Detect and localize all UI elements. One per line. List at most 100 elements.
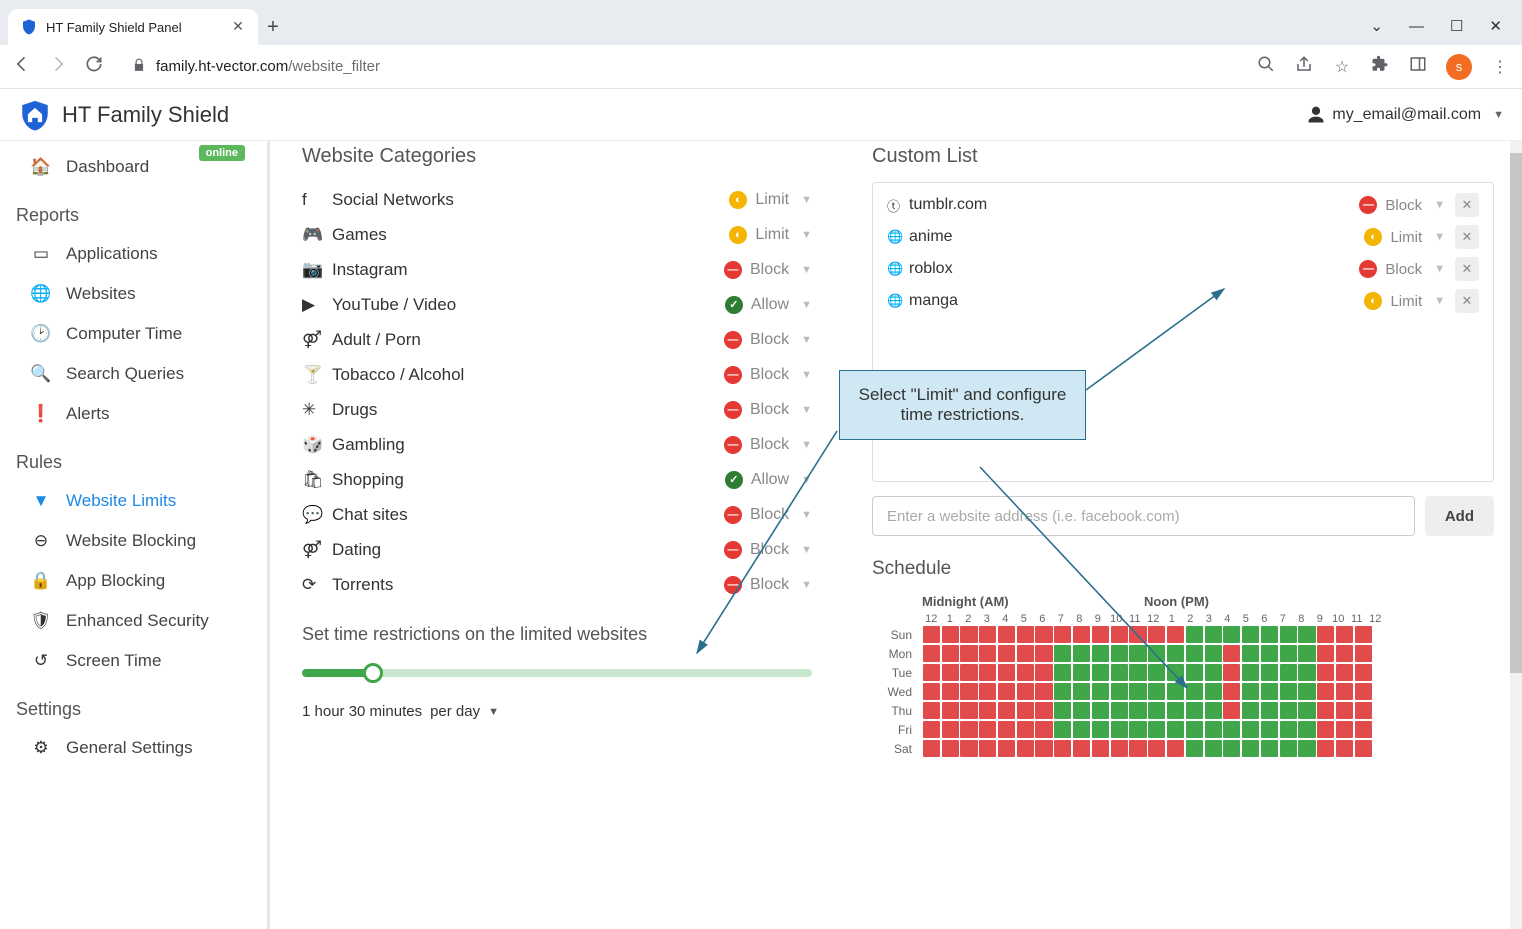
schedule-cell[interactable]	[1167, 721, 1184, 738]
schedule-cell[interactable]	[942, 702, 959, 719]
schedule-cell[interactable]	[1205, 664, 1222, 681]
schedule-cell[interactable]	[1073, 645, 1090, 662]
schedule-cell[interactable]	[942, 645, 959, 662]
schedule-cell[interactable]	[1298, 721, 1315, 738]
schedule-cell[interactable]	[1186, 683, 1203, 700]
schedule-cell[interactable]	[1223, 645, 1240, 662]
schedule-cell[interactable]	[1054, 683, 1071, 700]
schedule-cell[interactable]	[1317, 626, 1334, 643]
schedule-cell[interactable]	[979, 645, 996, 662]
sidebar-item-enhanced-security[interactable]: 🛡Enhanced Security	[0, 601, 267, 641]
browser-tab[interactable]: HT Family Shield Panel ✕	[8, 9, 258, 45]
schedule-cell[interactable]	[1280, 664, 1297, 681]
category-status-dropdown[interactable]: — Block ▼	[724, 541, 812, 559]
schedule-cell[interactable]	[1054, 740, 1071, 757]
schedule-cell[interactable]	[1129, 645, 1146, 662]
schedule-cell[interactable]	[1298, 740, 1315, 757]
schedule-cell[interactable]	[1073, 740, 1090, 757]
sidebar-item-screen-time[interactable]: ↺Screen Time	[0, 641, 267, 681]
tab-close-icon[interactable]: ✕	[230, 19, 246, 35]
schedule-cell[interactable]	[923, 702, 940, 719]
schedule-cell[interactable]	[1261, 645, 1278, 662]
schedule-cell[interactable]	[1336, 626, 1353, 643]
bookmark-star-icon[interactable]: ☆	[1332, 57, 1352, 77]
profile-avatar[interactable]: s	[1446, 54, 1472, 80]
schedule-cell[interactable]	[923, 626, 940, 643]
schedule-grid[interactable]: Midnight (AM) Noon (PM) 1212345678910111…	[872, 594, 1494, 758]
schedule-cell[interactable]	[1111, 721, 1128, 738]
schedule-cell[interactable]	[1167, 683, 1184, 700]
schedule-cell[interactable]	[1298, 683, 1315, 700]
schedule-cell[interactable]	[1129, 721, 1146, 738]
schedule-cell[interactable]	[1280, 645, 1297, 662]
category-status-dropdown[interactable]: ◐ Limit ▼	[729, 191, 812, 209]
schedule-cell[interactable]	[1092, 721, 1109, 738]
schedule-cell[interactable]	[1355, 664, 1372, 681]
schedule-cell[interactable]	[1242, 721, 1259, 738]
schedule-cell[interactable]	[1054, 664, 1071, 681]
schedule-cell[interactable]	[1073, 664, 1090, 681]
schedule-cell[interactable]	[998, 721, 1015, 738]
time-slider[interactable]	[302, 669, 812, 685]
schedule-cell[interactable]	[1073, 702, 1090, 719]
schedule-cell[interactable]	[960, 645, 977, 662]
schedule-cell[interactable]	[1129, 626, 1146, 643]
schedule-cell[interactable]	[1054, 702, 1071, 719]
schedule-cell[interactable]	[1092, 645, 1109, 662]
schedule-cell[interactable]	[1261, 683, 1278, 700]
schedule-cell[interactable]	[923, 683, 940, 700]
schedule-cell[interactable]	[1035, 683, 1052, 700]
schedule-cell[interactable]	[1092, 626, 1109, 643]
schedule-cell[interactable]	[1148, 740, 1165, 757]
schedule-cell[interactable]	[1336, 702, 1353, 719]
schedule-cell[interactable]	[1280, 740, 1297, 757]
schedule-cell[interactable]	[1317, 740, 1334, 757]
schedule-cell[interactable]	[1336, 645, 1353, 662]
kebab-menu-icon[interactable]: ⋮	[1490, 57, 1510, 77]
page-scrollbar[interactable]	[1510, 141, 1522, 929]
chevron-down-icon[interactable]: ⌄	[1370, 17, 1383, 35]
schedule-cell[interactable]	[998, 664, 1015, 681]
schedule-cell[interactable]	[942, 664, 959, 681]
schedule-cell[interactable]	[1186, 626, 1203, 643]
schedule-cell[interactable]	[1167, 702, 1184, 719]
schedule-cell[interactable]	[1017, 721, 1034, 738]
reload-icon[interactable]	[84, 54, 104, 79]
sidebar-item-applications[interactable]: ▭Applications	[0, 234, 267, 274]
custom-status-dropdown[interactable]: — Block ▼	[1359, 260, 1445, 278]
schedule-cell[interactable]	[1092, 740, 1109, 757]
schedule-cell[interactable]	[1017, 740, 1034, 757]
category-status-dropdown[interactable]: — Block ▼	[724, 366, 812, 384]
schedule-cell[interactable]	[1148, 721, 1165, 738]
schedule-cell[interactable]	[1111, 664, 1128, 681]
remove-button[interactable]: ✕	[1455, 257, 1479, 281]
schedule-cell[interactable]	[1092, 664, 1109, 681]
schedule-cell[interactable]	[1280, 721, 1297, 738]
schedule-cell[interactable]	[998, 740, 1015, 757]
schedule-cell[interactable]	[1223, 664, 1240, 681]
schedule-cell[interactable]	[1186, 740, 1203, 757]
window-minimize-icon[interactable]: —	[1409, 18, 1424, 35]
custom-status-dropdown[interactable]: ◐ Limit ▼	[1364, 228, 1445, 246]
schedule-cell[interactable]	[1035, 702, 1052, 719]
schedule-cell[interactable]	[942, 626, 959, 643]
schedule-cell[interactable]	[1148, 702, 1165, 719]
schedule-cell[interactable]	[1261, 626, 1278, 643]
schedule-cell[interactable]	[979, 664, 996, 681]
sidebar-item-computer-time[interactable]: 🕑Computer Time	[0, 314, 267, 354]
schedule-cell[interactable]	[1167, 664, 1184, 681]
sidebar-item-website-limits[interactable]: ▼Website Limits	[0, 481, 267, 521]
remove-button[interactable]: ✕	[1455, 193, 1479, 217]
schedule-cell[interactable]	[960, 664, 977, 681]
custom-status-dropdown[interactable]: — Block ▼	[1359, 196, 1445, 214]
schedule-cell[interactable]	[1205, 740, 1222, 757]
schedule-cell[interactable]	[1298, 664, 1315, 681]
schedule-cell[interactable]	[1355, 683, 1372, 700]
schedule-cell[interactable]	[1017, 664, 1034, 681]
schedule-cell[interactable]	[998, 626, 1015, 643]
schedule-cell[interactable]	[1223, 740, 1240, 757]
schedule-cell[interactable]	[1317, 721, 1334, 738]
add-button[interactable]: Add	[1425, 496, 1494, 536]
schedule-cell[interactable]	[923, 664, 940, 681]
side-panel-icon[interactable]	[1408, 55, 1428, 78]
